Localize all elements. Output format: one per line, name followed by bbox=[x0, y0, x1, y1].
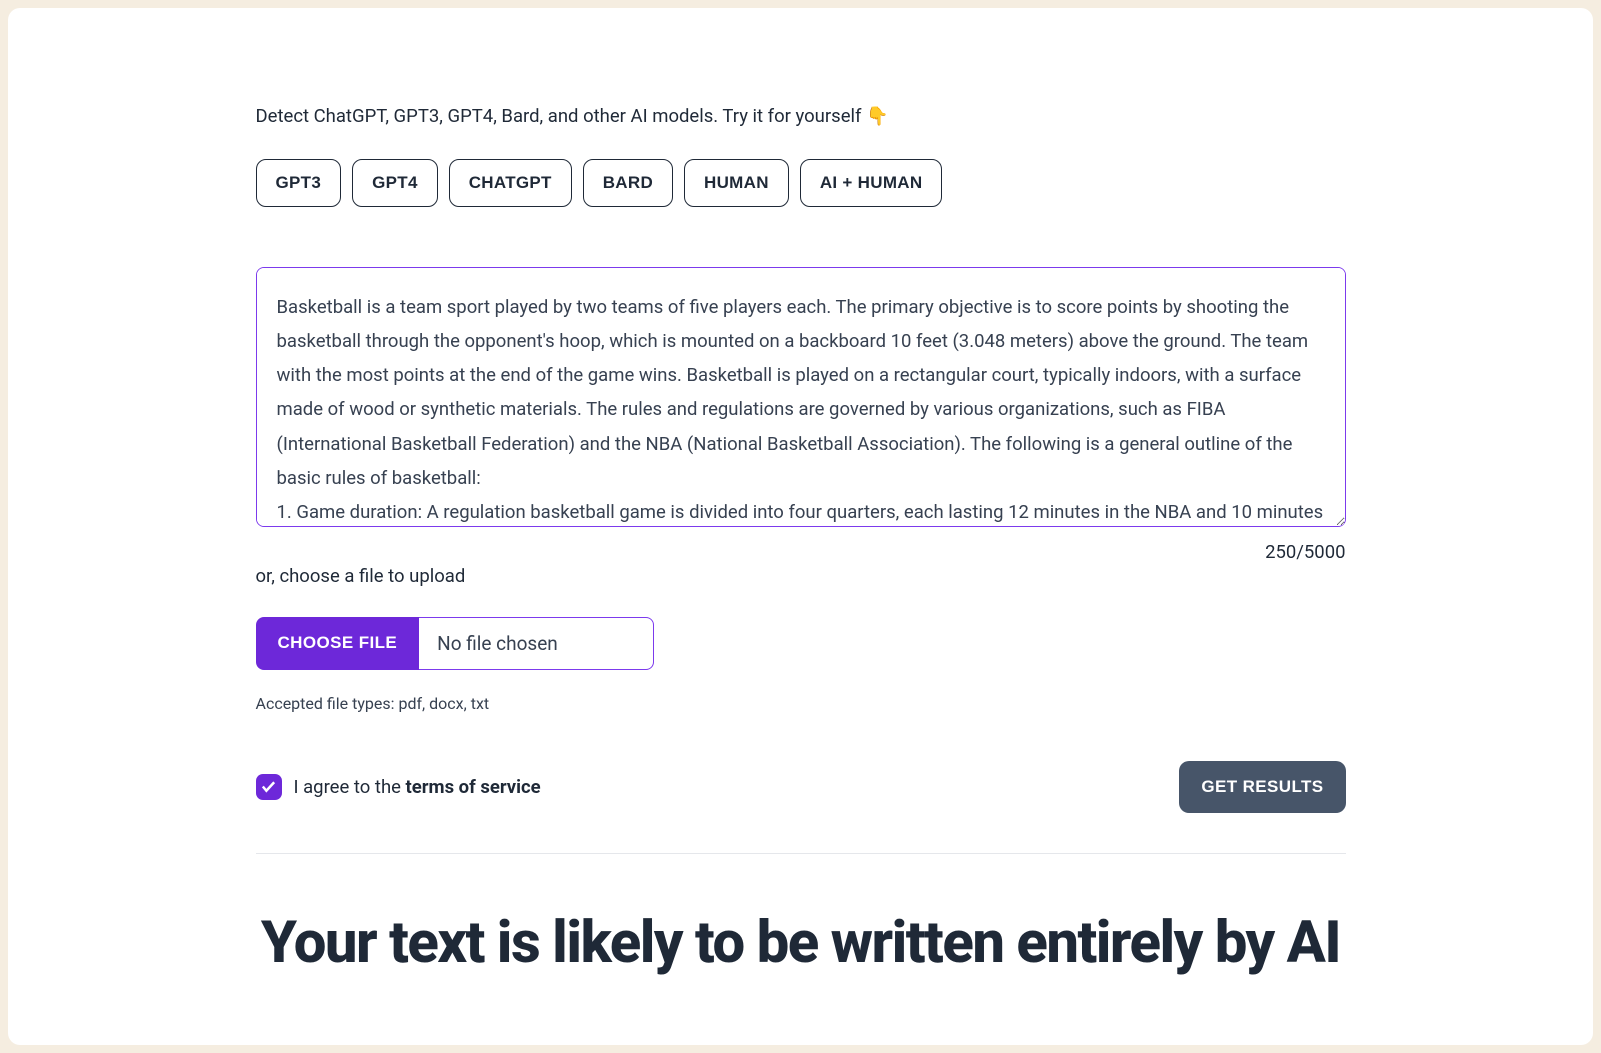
terms-wrapper: I agree to the terms of service bbox=[256, 774, 541, 800]
sample-gpt3-button[interactable]: GPT3 bbox=[256, 159, 342, 207]
file-upload-row: CHOOSE FILE No file chosen bbox=[256, 617, 1346, 670]
textarea-wrapper bbox=[256, 267, 1346, 531]
character-count: 250/5000 bbox=[256, 541, 1346, 563]
get-results-button[interactable]: GET RESULTS bbox=[1179, 761, 1345, 813]
divider bbox=[256, 853, 1346, 854]
sample-gpt4-button[interactable]: GPT4 bbox=[352, 159, 438, 207]
upload-label: or, choose a file to upload bbox=[256, 565, 1346, 587]
text-input[interactable] bbox=[256, 267, 1346, 527]
accepted-file-types: Accepted file types: pdf, docx, txt bbox=[256, 694, 1346, 713]
scroll-area[interactable]: Detect ChatGPT, GPT3, GPT4, Bard, and ot… bbox=[8, 8, 1593, 1045]
choose-file-button[interactable]: CHOOSE FILE bbox=[256, 617, 420, 670]
checkmark-icon bbox=[260, 778, 277, 795]
sample-ai-human-button[interactable]: AI + HUMAN bbox=[800, 159, 943, 207]
terms-checkbox[interactable] bbox=[256, 774, 282, 800]
pointing-down-icon: 👇 bbox=[866, 106, 888, 127]
bottom-action-row: I agree to the terms of service GET RESU… bbox=[256, 761, 1346, 813]
intro-text: Detect ChatGPT, GPT3, GPT4, Bard, and ot… bbox=[256, 103, 1346, 131]
result-heading: Your text is likely to be written entire… bbox=[256, 910, 1346, 977]
content-wrapper: Detect ChatGPT, GPT3, GPT4, Bard, and ot… bbox=[256, 103, 1346, 976]
app-window: Detect ChatGPT, GPT3, GPT4, Bard, and ot… bbox=[8, 8, 1593, 1045]
sample-chatgpt-button[interactable]: CHATGPT bbox=[449, 159, 572, 207]
terms-prefix: I agree to the bbox=[294, 776, 406, 798]
sample-buttons-row: GPT3 GPT4 CHATGPT BARD HUMAN AI + HUMAN bbox=[256, 159, 1346, 207]
sample-bard-button[interactable]: BARD bbox=[583, 159, 673, 207]
terms-of-service-link[interactable]: terms of service bbox=[406, 776, 541, 798]
file-name-display: No file chosen bbox=[419, 617, 654, 670]
sample-human-button[interactable]: HUMAN bbox=[684, 159, 789, 207]
terms-text: I agree to the terms of service bbox=[294, 776, 541, 798]
intro-text-content: Detect ChatGPT, GPT3, GPT4, Bard, and ot… bbox=[256, 105, 867, 127]
